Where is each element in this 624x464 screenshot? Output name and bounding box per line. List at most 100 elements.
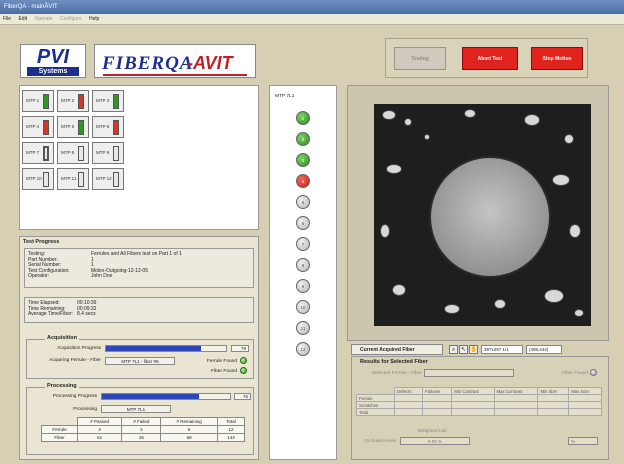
results-fiber-found-led (590, 369, 597, 376)
results-header: Max Size (568, 387, 602, 395)
mtp-cell[interactable]: MTP 6 (92, 116, 124, 138)
stats-cell: 12 (216, 425, 246, 434)
acquisition-section: Acquisition Acquisition Progress 79 Acqu… (26, 335, 254, 379)
acquisition-progress-label: Acquisition Progress (57, 346, 101, 351)
fiber-core (429, 156, 551, 278)
fiber-indicator[interactable]: 3 (296, 153, 310, 167)
menu-bar: File Edit Operate Configure Help (0, 14, 624, 25)
mtp-label: MTP 1 (26, 98, 40, 103)
results-fiber-found-label: Fiber Found (562, 371, 588, 376)
processing-progress-label: Processing Progress (52, 394, 97, 399)
pointer-icon[interactable]: ↖ (459, 345, 468, 354)
mtp-label: MTP 6 (96, 124, 110, 129)
stats-table: # Passed # Failed # Remaining Total Ferr… (41, 417, 246, 442)
abort-test-button[interactable]: Abort Test (462, 47, 518, 70)
mtp-cell[interactable]: MTP 11 (57, 168, 89, 190)
mtp-status-bar (78, 94, 84, 109)
stats-header (42, 418, 78, 426)
results-header: Failures (422, 387, 453, 395)
results-panel: Results for Selected Fiber Selected Ferr… (351, 356, 609, 460)
table-row: Ferrule 3 3 6 12 (41, 425, 246, 434)
pvi-logo: PVI Systems (20, 44, 86, 78)
menu-configure: Configure (59, 16, 82, 22)
pvi-logo-text: PVI (36, 46, 70, 68)
mtp-label: MTP 10 (26, 176, 42, 181)
mtp-label: MTP 2 (61, 98, 75, 103)
fiber-endface-image[interactable] (374, 104, 591, 326)
selected-fiber-field (424, 369, 514, 377)
time-key: Average Time/Fiber: (28, 311, 73, 317)
control-panel: Testing Abort Test Stop Motion (385, 38, 588, 78)
stats-cell: 15 (121, 433, 162, 442)
fiberqa-logo: FIBERQA -AVIT (94, 44, 256, 78)
fiber-indicator[interactable]: 4 (296, 174, 310, 188)
fiber-indicator[interactable]: 10 (296, 300, 310, 314)
menu-file[interactable]: File (0, 14, 14, 25)
test-progress-panel: Test Progress Testing: Ferrules and All F… (19, 236, 259, 460)
results-header-row: Defects Failures Min Contrast Max Contra… (357, 387, 602, 395)
time-info-box: Time Elapsed: 00:10:39 Time Remaining: 00:… (24, 297, 254, 323)
table-row: Fiber 61 15 68 144 (41, 433, 246, 442)
mtp-cell[interactable]: MTP 4 (22, 116, 54, 138)
mtp-cell[interactable]: MTP 12 (92, 168, 124, 190)
image-toolbar: Current Acquired Fiber ⌕ ↖ ✋ 397x297 1/1… (351, 344, 609, 356)
mtp-status-bar (43, 146, 49, 161)
mtp-status-bar (43, 94, 49, 109)
fiber-indicator[interactable]: 12 (296, 342, 310, 356)
menu-help[interactable]: Help (86, 14, 102, 25)
unit-select[interactable]: % (568, 437, 598, 445)
results-header: Min Size (537, 387, 570, 395)
mtp-cell[interactable]: MTP 3 (92, 90, 124, 112)
acquisition-progress-bar (105, 345, 227, 352)
magnifier-icon[interactable]: ⌕ (449, 345, 458, 354)
mtp-cell[interactable]: MTP 1 (22, 90, 54, 112)
image-size-readout: 397x297 1/1 (481, 345, 523, 354)
fiber-indicator[interactable]: 8 (296, 258, 310, 272)
stop-motion-button[interactable]: Stop Motion (531, 47, 583, 70)
ferrule-found-led (240, 357, 247, 364)
table-row: Total (356, 408, 602, 416)
info-key: Operator: (28, 273, 50, 279)
mtp-label: MTP 7 (26, 150, 40, 155)
results-header: Min Contrast (451, 387, 495, 395)
table-row: Scratches (356, 401, 602, 409)
mtp-cell[interactable]: MTP 8 (57, 142, 89, 164)
time-value: 8.4 secs (77, 311, 96, 317)
fiber-indicator[interactable]: 2 (296, 132, 310, 146)
pvi-logo-subtext: Systems (27, 67, 79, 76)
mtp-status-bar (43, 172, 49, 187)
fiber-indicator[interactable]: 6 (296, 216, 310, 230)
fiber-indicator[interactable]: 9 (296, 279, 310, 293)
current-acquired-fiber-tab[interactable]: Current Acquired Fiber (351, 344, 443, 355)
fiber-indicator[interactable]: 7 (296, 237, 310, 251)
window-title: FiberQA - mainÅVIT (4, 4, 58, 10)
menu-edit[interactable]: Edit (15, 14, 30, 25)
fiber-indicator[interactable]: 1 (296, 111, 310, 125)
mtp-cell[interactable]: MTP 5 (57, 116, 89, 138)
occluded-area-field: 0.00 % (400, 437, 470, 445)
info-value: John Doe (91, 273, 113, 279)
results-header: Defects (393, 387, 424, 395)
stats-cell: 68 (160, 433, 218, 442)
mtp-cell[interactable]: MTP 9 (92, 142, 124, 164)
fiber-image-frame (347, 85, 609, 341)
mtp-cell[interactable]: MTP 10 (22, 168, 54, 190)
menu-operate: Operate (34, 16, 53, 22)
stats-header: # Failed (121, 417, 162, 426)
stats-cell: Ferrule (41, 425, 78, 434)
hand-icon[interactable]: ✋ (469, 345, 478, 354)
fiber-indicator[interactable]: 11 (296, 321, 310, 335)
fiber-indicator[interactable]: 5 (296, 195, 310, 209)
stats-header: Total (216, 417, 246, 426)
mtp-cell[interactable]: MTP 2 (57, 90, 89, 112)
mtp-status-bar (78, 172, 84, 187)
fiber-column-title: MTP 7L1 (275, 94, 295, 99)
mtp-status-bar (43, 120, 49, 135)
mtp-cell[interactable]: MTP 7 (22, 142, 54, 164)
acquiring-fiber-label: Acquiring Ferrule - Fiber (49, 358, 101, 363)
results-title: Results for Selected Fiber (360, 359, 428, 365)
selected-fiber-label: Selected Ferrule - Fiber (371, 371, 422, 376)
results-row-label: Total (356, 408, 395, 416)
testing-button[interactable]: Testing (394, 47, 446, 70)
processing-label: Processing (73, 407, 97, 412)
